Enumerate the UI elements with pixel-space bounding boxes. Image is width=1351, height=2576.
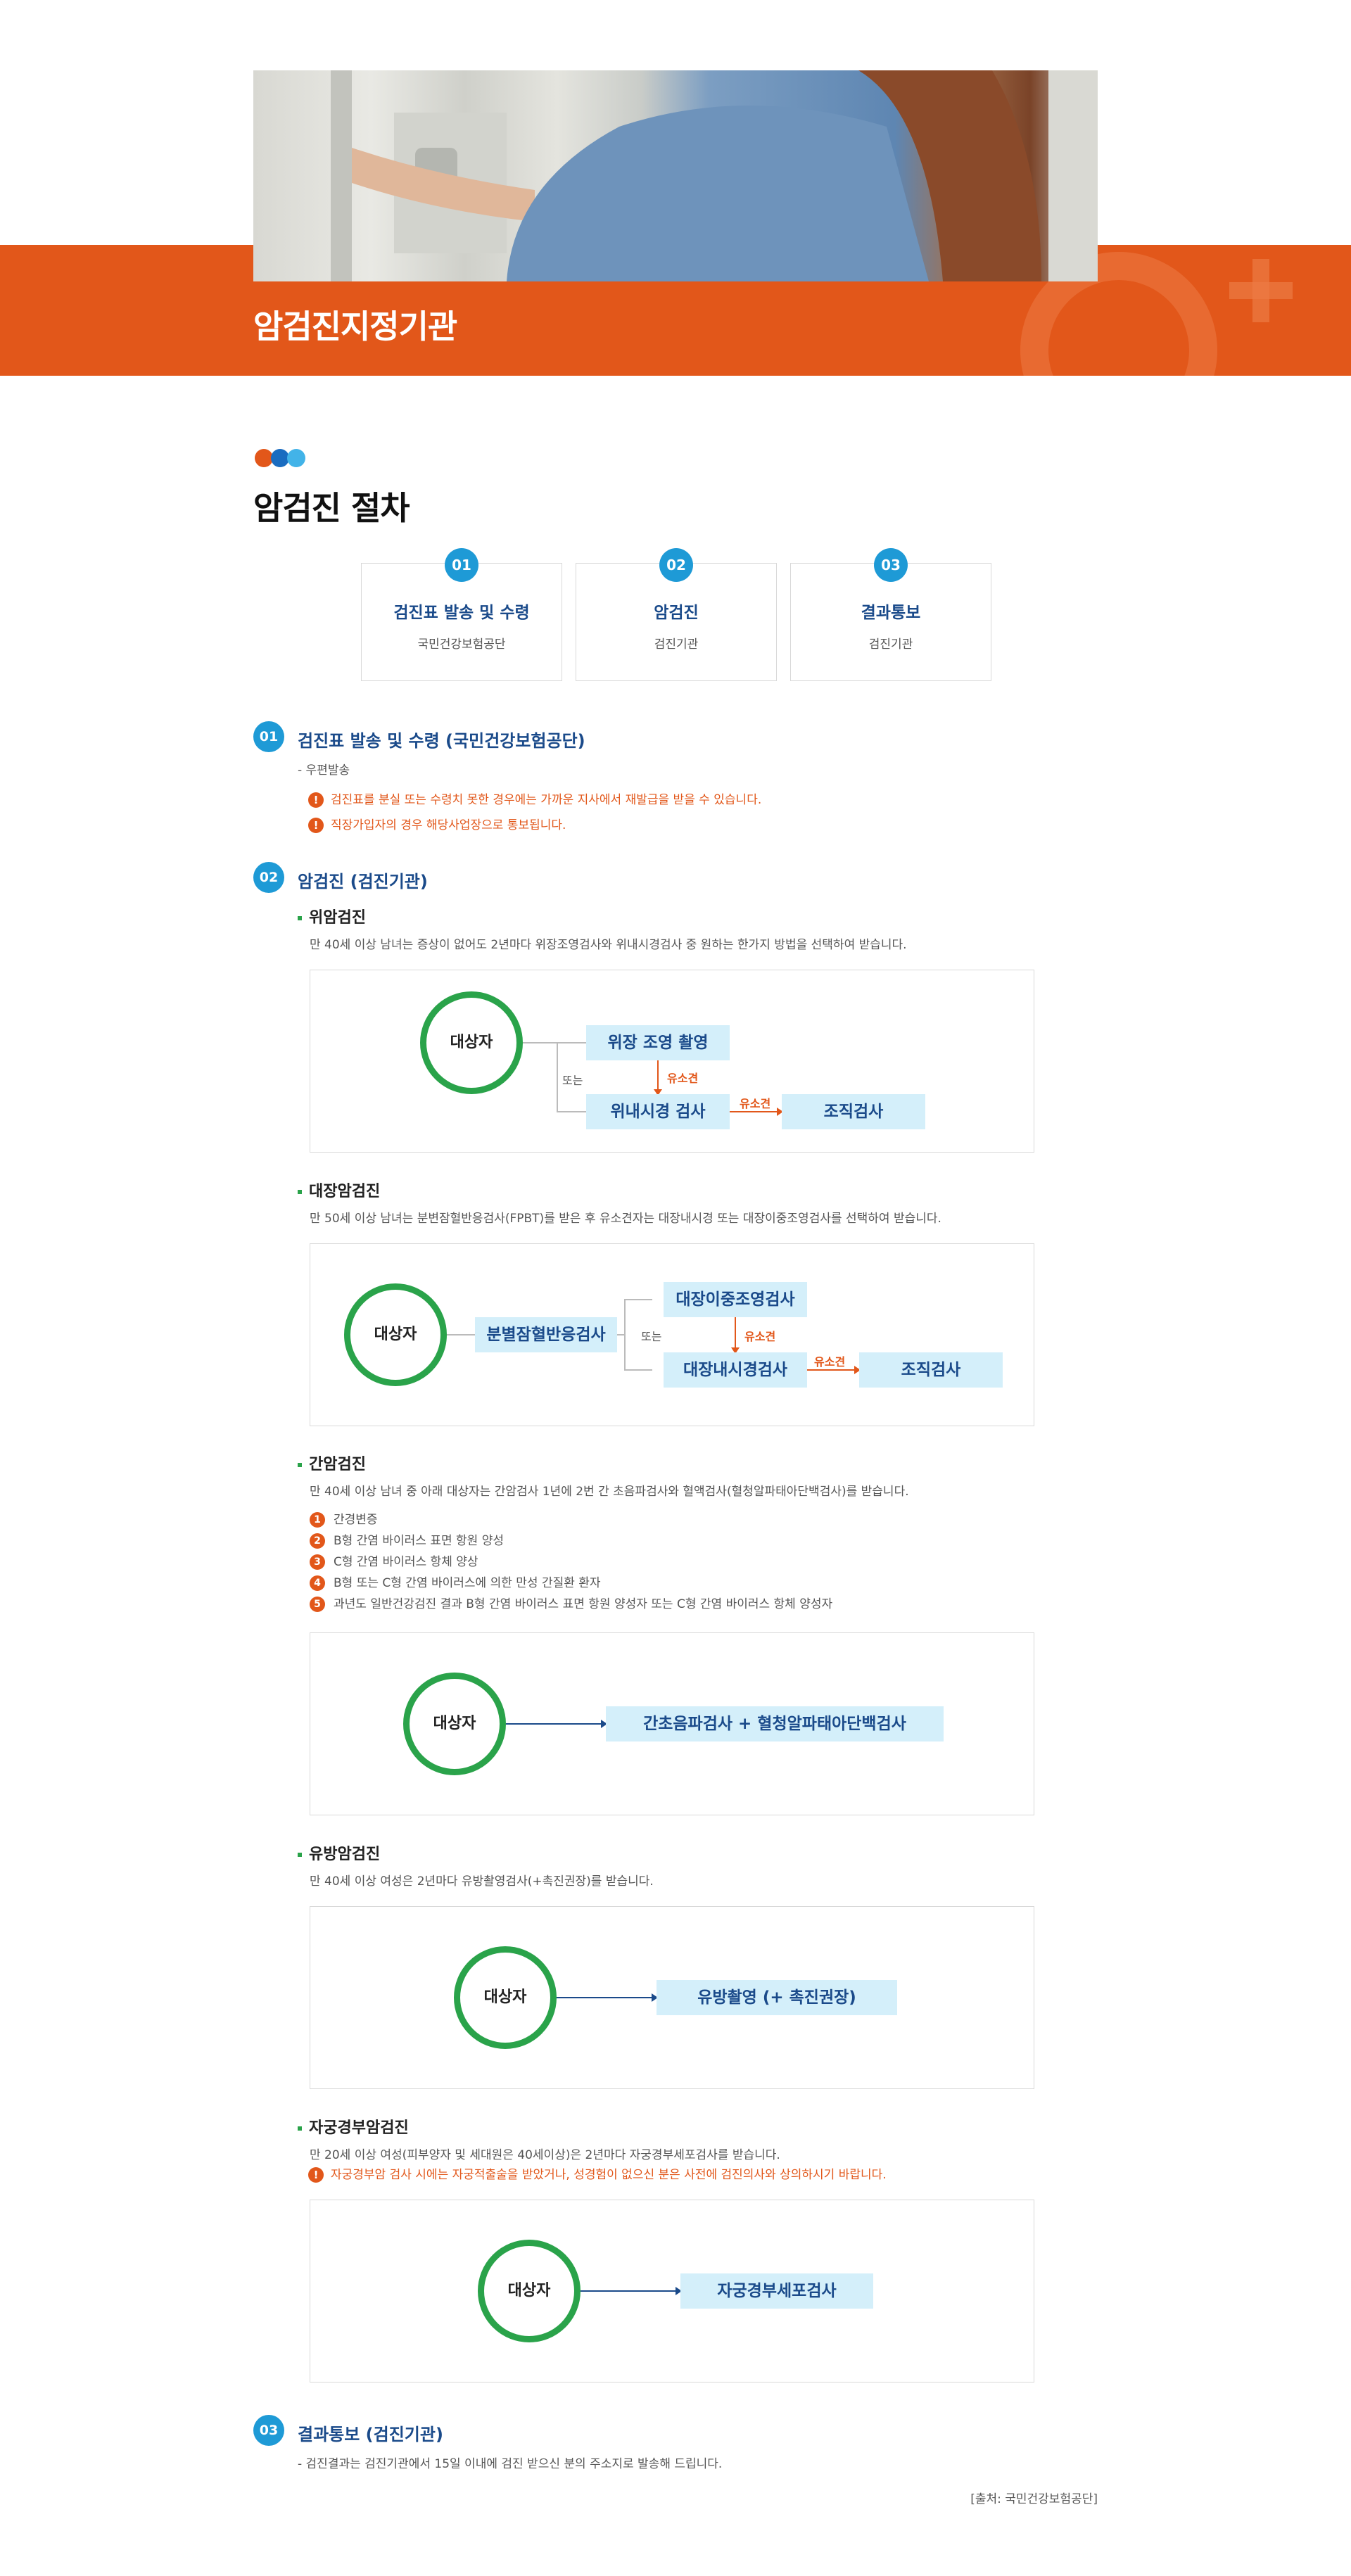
connector-line	[624, 1369, 652, 1371]
connector-line	[624, 1299, 652, 1300]
colonoscopy-box: 대장내시경검사	[664, 1352, 807, 1388]
step-title: 검진표 발송 및 수령	[393, 604, 530, 622]
connector-line	[557, 1043, 558, 1112]
down-arrow	[731, 1317, 740, 1354]
liver-description: 만 40세 이상 남녀 중 아래 대상자는 간암검사 1년에 2번 간 초음파검…	[310, 1485, 909, 1499]
step-card-1: 01 검진표 발송 및 수령 국민건강보험공단	[361, 548, 562, 681]
liver-criteria-item: 2 B형 간염 바이러스 표면 항원 양성	[310, 1530, 504, 1549]
stomach-description: 만 40세 이상 남녀는 증상이 없어도 2년마다 위장조영검사와 위내시경검사…	[310, 938, 907, 952]
positive-label: 유소견	[667, 1072, 699, 1085]
target-circle: 대상자	[420, 991, 523, 1094]
phase-title-1: 검진표 발송 및 수령 (국민건강보험공단)	[298, 731, 585, 751]
step-subtitle: 국민건강보험공단	[417, 637, 506, 652]
step-subtitle: 검진기관	[868, 637, 913, 652]
biopsy-box: 조직검사	[782, 1094, 925, 1129]
phase-title-3: 결과통보 (검진기관)	[298, 2425, 443, 2444]
mammography-box: 유방촬영 (+ 촉진권장)	[657, 1980, 897, 2015]
breast-diagram: 대상자 유방촬영 (+ 촉진권장)	[310, 1906, 1034, 2089]
colon-title: 대장암검진	[298, 1179, 380, 1201]
right-arrow	[557, 1993, 658, 2002]
down-arrow	[654, 1060, 662, 1096]
stomach-xray-box: 위장 조영 촬영	[586, 1025, 730, 1060]
breast-title: 유방암검진	[298, 1841, 380, 1864]
number-1-icon: 1	[310, 1512, 325, 1528]
connector-line	[557, 1111, 586, 1112]
warning-1: ! 검진표를 분실 또는 수령치 못한 경우에는 가까운 지사에서 재발급을 받을…	[308, 789, 761, 808]
liver-diagram: 대상자 간초음파검사 + 혈청알파태아단백검사	[310, 1632, 1034, 1815]
phase-title-2: 암검진 (검진기관)	[298, 872, 428, 892]
connector-line	[523, 1042, 586, 1043]
source-credit: [출처: 국민건강보험공단]	[970, 2492, 1098, 2506]
or-label: 또는	[641, 1330, 662, 1343]
phase-3-description: - 검진결과는 검진기관에서 15일 이내에 검진 받으신 분의 주소지로 발송…	[298, 2457, 723, 2471]
step-number: 02	[659, 548, 693, 582]
number-3-icon: 3	[310, 1554, 325, 1570]
warning-icon: !	[308, 2167, 324, 2183]
page: 암검진지정기관 암검진 절차 01 검진표 발송 및 수령 국민건강보험공단 0…	[0, 0, 1351, 2576]
phase-number-2: 02	[253, 862, 284, 893]
or-label: 또는	[562, 1074, 583, 1087]
liver-criteria-item: 4 B형 또는 C형 간염 바이러스에 의한 만성 간질환 환자	[310, 1573, 601, 1591]
liver-title: 간암검진	[298, 1452, 366, 1474]
positive-label: 유소견	[814, 1355, 846, 1369]
liver-criteria-item: 1 간경변증	[310, 1509, 378, 1528]
endoscopy-box: 위내시경 검사	[586, 1094, 730, 1129]
stomach-title: 위암검진	[298, 905, 366, 927]
cervix-diagram: 대상자 자궁경부세포검사	[310, 2200, 1034, 2383]
step-number: 03	[874, 548, 908, 582]
cervical-cytology-box: 자궁경부세포검사	[680, 2273, 873, 2309]
warning-text: 자궁경부암 검사 시에는 자궁적출술을 받았거나, 성경험이 없으신 분은 사전…	[331, 2168, 887, 2182]
colon-diagram: 대상자 분별잠혈반응검사 또는 대장이중조영검사 유소견 대장내시경검사 유소견…	[310, 1243, 1034, 1426]
target-circle: 대상자	[478, 2240, 581, 2342]
number-2-icon: 2	[310, 1533, 325, 1549]
step-title: 암검진	[654, 604, 699, 622]
connector-line	[624, 1299, 626, 1371]
phase-number-1: 01	[253, 721, 284, 752]
positive-label: 유소견	[740, 1097, 771, 1110]
warning-2: ! 직장가입자의 경우 해당사업장으로 통보됩니다.	[308, 815, 566, 833]
step-number: 01	[445, 548, 478, 582]
connector-line	[447, 1334, 475, 1335]
cervix-title: 자궁경부암검진	[298, 2115, 409, 2138]
number-5-icon: 5	[310, 1597, 325, 1612]
warning-text: 직장가입자의 경우 해당사업장으로 통보됩니다.	[331, 818, 566, 832]
target-circle: 대상자	[344, 1283, 447, 1386]
step-title: 결과통보	[861, 604, 921, 622]
section-title: 암검진 절차	[253, 489, 410, 527]
fecal-occult-test-box: 분별잠혈반응검사	[475, 1317, 617, 1352]
stomach-diagram: 대상자 또는 위장 조영 촬영 유소견 위내시경 검사 유소견 조직검사	[310, 970, 1034, 1153]
target-circle: 대상자	[403, 1673, 506, 1775]
right-arrow	[581, 2287, 682, 2295]
phase-number-3: 03	[253, 2415, 284, 2446]
double-contrast-box: 대장이중조영검사	[664, 1282, 807, 1317]
warning-icon: !	[308, 818, 324, 833]
cervix-description: 만 20세 이상 여성(피부양자 및 세대원은 40세이상)은 2년마다 자궁경…	[310, 2148, 780, 2162]
right-arrow	[506, 1720, 607, 1728]
right-arrow	[807, 1366, 861, 1374]
connector-line	[617, 1334, 624, 1335]
cervix-warning: ! 자궁경부암 검사 시에는 자궁적출술을 받았거나, 성경험이 없으신 분은 사…	[308, 2164, 887, 2183]
liver-criteria-item: 5 과년도 일반건강검진 결과 B형 간염 바이러스 표면 항원 양성자 또는 C…	[310, 1594, 832, 1612]
ultrasound-afp-box: 간초음파검사 + 혈청알파태아단백검사	[606, 1706, 944, 1741]
warning-text: 검진표를 분실 또는 수령치 못한 경우에는 가까운 지사에서 재발급을 받을 …	[331, 793, 762, 807]
colon-description: 만 50세 이상 남녀는 분변잠혈반응검사(FPBT)를 받은 후 유소견자는 …	[310, 1212, 941, 1226]
warning-icon: !	[308, 792, 324, 808]
positive-label: 유소견	[744, 1330, 776, 1343]
number-4-icon: 4	[310, 1575, 325, 1591]
target-circle: 대상자	[454, 1946, 557, 2049]
breast-description: 만 40세 이상 여성은 2년마다 유방촬영검사(+촉진권장)를 받습니다.	[310, 1874, 654, 1889]
liver-criteria-item: 3 C형 간염 바이러스 항체 양상	[310, 1552, 478, 1570]
decorative-dots-icon	[255, 449, 305, 467]
step-card-2: 02 암검진 검진기관	[576, 548, 777, 681]
step-card-3: 03 결과통보 검진기관	[790, 548, 991, 681]
mammography-photo-illustration	[331, 70, 1098, 281]
step-subtitle: 검진기관	[654, 637, 699, 652]
biopsy-box: 조직검사	[859, 1352, 1003, 1388]
right-arrow	[730, 1108, 783, 1116]
hero-photo	[253, 70, 1098, 281]
phase-1-description: - 우편발송	[298, 763, 350, 778]
hero-title: 암검진지정기관	[253, 307, 457, 345]
